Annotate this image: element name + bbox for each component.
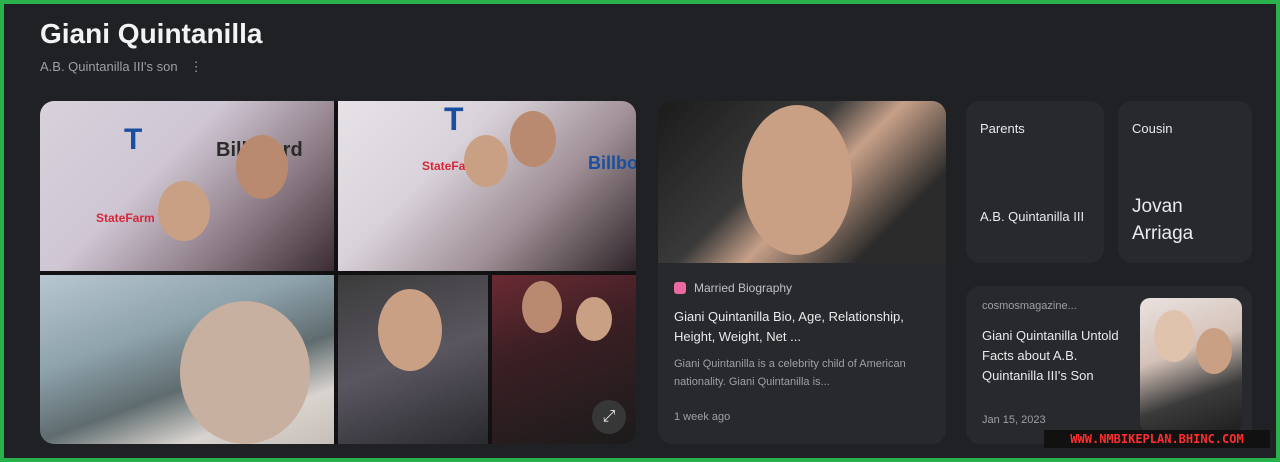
expand-images-icon[interactable]: ⤢: [592, 400, 626, 434]
article-card[interactable]: cosmosmagazine... Giani Quintanilla Unto…: [966, 286, 1252, 444]
result-card[interactable]: Married Biography Giani Quintanilla Bio,…: [658, 101, 946, 444]
result-date: 1 week ago: [674, 411, 731, 423]
photo-grid[interactable]: T Billboard StateFarm T Billboard StateF…: [40, 101, 636, 444]
person-figure: [464, 135, 508, 187]
result-snippet: Giani Quintanilla is a celebrity child o…: [674, 358, 906, 388]
photo-red-carpet-2[interactable]: T Billboard StateFarm: [338, 101, 636, 271]
related-value: A.B. Quintanilla III: [980, 209, 1085, 224]
related-card-parents[interactable]: Parents A.B. Quintanilla III: [966, 101, 1104, 263]
photo-child-portrait[interactable]: [338, 275, 488, 444]
entity-subtitle: A.B. Quintanilla III's son ⋮: [40, 59, 203, 75]
person-figure: [742, 105, 852, 255]
result-title[interactable]: Giani Quintanilla Bio, Age, Relationship…: [674, 307, 932, 347]
person-figure: [180, 301, 310, 444]
site-favicon-icon: [674, 282, 686, 294]
related-label: Parents: [980, 121, 1025, 136]
result-source[interactable]: Married Biography: [674, 281, 792, 295]
photo-outdoor-portrait[interactable]: [40, 275, 334, 444]
billboard-logo: Billboard: [588, 153, 636, 173]
person-figure: [510, 111, 556, 167]
person-figure: [1196, 328, 1232, 374]
photo-red-carpet-3[interactable]: ⤢: [492, 275, 636, 444]
entity-description: A.B. Quintanilla III's son: [40, 59, 178, 74]
article-title[interactable]: Giani Quintanilla Untold Facts about A.B…: [982, 326, 1122, 386]
article-source: cosmosmagazine...: [982, 300, 1077, 312]
related-value: Jovan Arriaga: [1132, 196, 1194, 244]
statefarm-logo: StateFarm: [96, 211, 155, 225]
person-figure: [1154, 310, 1194, 362]
person-figure: [378, 289, 442, 371]
result-thumbnail[interactable]: [658, 101, 946, 263]
result-source-name: Married Biography: [694, 281, 793, 295]
telemundo-logo: T: [444, 101, 464, 137]
related-label: Cousin: [1132, 121, 1173, 136]
person-figure: [522, 281, 562, 333]
more-options-icon[interactable]: ⋮: [190, 59, 203, 74]
article-date: Jan 15, 2023: [982, 414, 1046, 426]
article-thumbnail[interactable]: [1140, 298, 1242, 432]
knowledge-panel: Giani Quintanilla A.B. Quintanilla III's…: [0, 0, 1280, 462]
person-figure: [158, 181, 210, 241]
entity-title: Giani Quintanilla: [40, 18, 263, 49]
telemundo-logo: T: [124, 123, 143, 156]
person-figure: [576, 297, 612, 341]
related-card-cousin[interactable]: Cousin Jovan Arriaga: [1118, 101, 1252, 263]
watermark-text: WWW.NMBIKEPLAN.BHINC.COM: [1044, 430, 1270, 448]
photo-red-carpet-1[interactable]: T Billboard StateFarm: [40, 101, 334, 271]
person-figure: [236, 135, 288, 199]
